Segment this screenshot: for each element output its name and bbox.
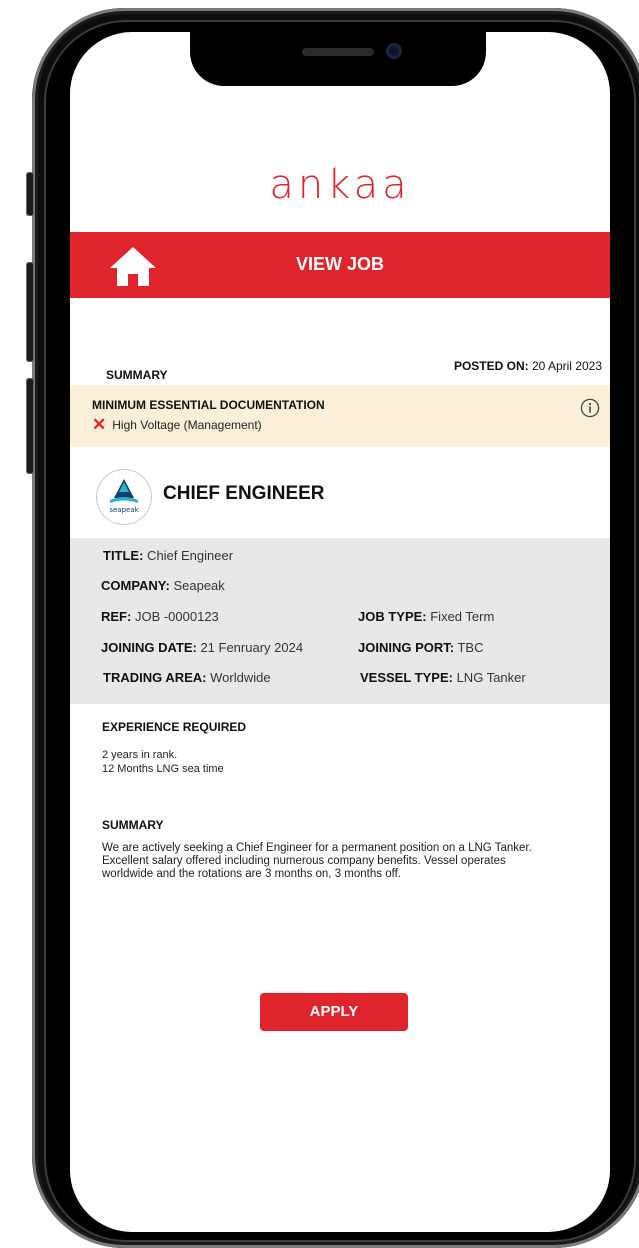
volume-down-button: [26, 378, 34, 474]
detail-job-type-label: JOB TYPE:: [358, 609, 427, 624]
speaker-grille: [302, 48, 374, 56]
documentation-title: MINIMUM ESSENTIAL DOCUMENTATION: [92, 398, 325, 412]
seapeak-logo-icon: seapeak: [109, 479, 140, 514]
experience-line-2: 12 Months LNG sea time: [102, 763, 224, 775]
detail-joining-port-value: TBC: [454, 640, 484, 655]
volume-up-button: [26, 262, 34, 362]
posted-on-label: POSTED ON:: [453, 359, 529, 373]
phone-screen: ankaa VIEW JOB SUMMARY POSTED ON: 20 Apr…: [70, 32, 610, 1232]
detail-company: COMPANY: Seapeak: [101, 578, 225, 593]
documentation-item: ✕ High Voltage (Management): [92, 415, 262, 434]
svg-text:seapeak: seapeak: [109, 506, 139, 514]
documentation-item-label: High Voltage (Management): [112, 418, 262, 432]
detail-ref-label: REF:: [101, 609, 132, 624]
page-title: VIEW JOB: [295, 254, 384, 274]
front-camera: [386, 43, 402, 59]
detail-vessel-type-label: VESSEL TYPE:: [360, 670, 453, 685]
detail-job-type-value: Fixed Term: [426, 609, 495, 624]
detail-vessel-type-value: LNG Tanker: [452, 670, 526, 685]
detail-title-value: Chief Engineer: [143, 548, 234, 563]
notch: [190, 32, 486, 86]
detail-title-label: TITLE:: [103, 548, 144, 563]
experience-line-1: 2 years in rank.: [102, 749, 178, 761]
header-bar: VIEW JOB: [70, 232, 610, 298]
cross-icon: ✕: [92, 415, 107, 434]
detail-ref: REF: JOB -0000123: [101, 609, 219, 624]
experience-text: 2 years in rank. 12 Months LNG sea time: [102, 748, 224, 776]
summary-label: SUMMARY: [106, 368, 168, 382]
mute-switch: [26, 172, 34, 216]
detail-vessel-type: VESSEL TYPE: LNG Tanker: [360, 670, 526, 685]
experience-title: EXPERIENCE REQUIRED: [102, 720, 247, 734]
detail-trading-area: TRADING AREA: Worldwide: [103, 670, 271, 685]
job-details-panel: TITLE: Chief Engineer COMPANY: Seapeak R…: [70, 538, 610, 704]
posted-on-value: 20 April 2023: [528, 359, 602, 373]
info-icon[interactable]: [580, 398, 600, 418]
apply-button[interactable]: APPLY: [260, 993, 408, 1031]
documentation-panel: MINIMUM ESSENTIAL DOCUMENTATION ✕ High V…: [70, 385, 610, 447]
detail-trading-area-value: Worldwide: [206, 670, 271, 685]
company-logo: seapeak: [96, 469, 152, 525]
detail-title: TITLE: Chief Engineer: [103, 548, 233, 563]
detail-joining-port-label: JOINING PORT:: [358, 640, 455, 655]
detail-joining-date: JOINING DATE: 21 Fenruary 2024: [101, 640, 303, 655]
app-logo: ankaa: [269, 162, 411, 208]
detail-ref-value: JOB -0000123: [131, 609, 219, 624]
job-title: CHIEF ENGINEER: [163, 483, 325, 504]
detail-job-type: JOB TYPE: Fixed Term: [358, 609, 494, 624]
detail-company-value: Seapeak: [169, 578, 225, 593]
detail-joining-date-value: 21 Fenruary 2024: [196, 640, 304, 655]
posted-on: POSTED ON: 20 April 2023: [454, 359, 602, 373]
detail-trading-area-label: TRADING AREA:: [103, 670, 207, 685]
detail-joining-port: JOINING PORT: TBC: [358, 640, 483, 655]
detail-company-label: COMPANY:: [101, 578, 170, 593]
detail-joining-date-label: JOINING DATE:: [101, 640, 197, 655]
job-summary-title: SUMMARY: [102, 818, 164, 832]
job-summary-text: We are actively seeking a Chief Engineer…: [102, 842, 532, 880]
